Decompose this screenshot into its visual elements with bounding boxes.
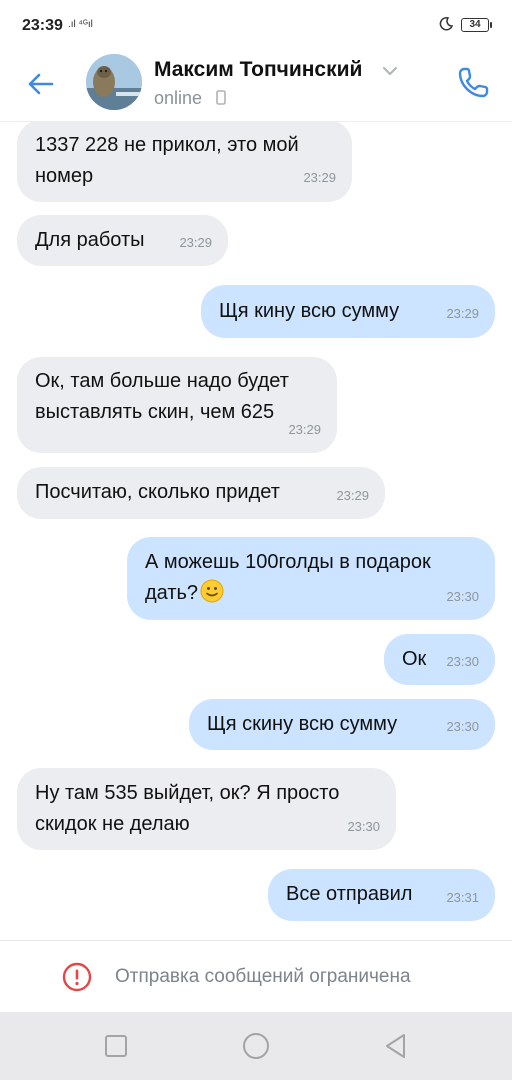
message-text: 1337 228 не прикол, это мой номер: [35, 134, 299, 187]
recent-apps-icon[interactable]: [102, 1032, 130, 1060]
message-list[interactable]: 1337 228 не прикол, это мой номер 23:29 …: [0, 122, 512, 940]
message-text: А можешь 100голды в подарок дать?: [145, 537, 477, 609]
chevron-down-icon[interactable]: [381, 64, 399, 78]
message-time: 23:29: [303, 170, 336, 185]
back-button[interactable]: [22, 66, 58, 102]
message-bubble-outgoing[interactable]: Все отправил 23:31: [268, 869, 495, 921]
message-text-content: А можешь 100голды в подарок дать?: [145, 551, 431, 604]
message-text: Ну там 535 выйдет, ок? Я просто скидок н…: [35, 782, 340, 835]
mobile-device-icon: [216, 90, 226, 105]
message-bubble-incoming[interactable]: Ну там 535 выйдет, ок? Я просто скидок н…: [17, 768, 396, 850]
system-navigation-bar: [0, 1012, 512, 1080]
message-time: 23:29: [446, 306, 479, 321]
message-time: 23:30: [446, 654, 479, 669]
message-bubble-outgoing[interactable]: Щя кину всю сумму 23:29: [201, 285, 495, 338]
message-text: Посчитаю, сколько придет: [35, 481, 280, 503]
message-bubble-outgoing[interactable]: А можешь 100голды в подарок дать? 23:30: [127, 537, 495, 620]
message-time: 23:29: [179, 235, 212, 250]
arrow-left-icon: [28, 73, 54, 95]
message-text: Щя кину всю сумму: [219, 300, 400, 322]
moon-icon: [439, 17, 453, 31]
message-time: 23:29: [288, 422, 321, 437]
message-time: 23:31: [446, 890, 479, 905]
message-bubble-outgoing[interactable]: Щя скину всю сумму 23:30: [189, 699, 495, 750]
status-bar: 23:39 .ıl ⁴ᴳıl 34: [0, 0, 512, 52]
status-time: 23:39: [22, 17, 63, 34]
message-bubble-incoming[interactable]: 1337 228 не прикол, это мой номер 23:29: [17, 122, 352, 202]
alert-circle-icon: [62, 962, 92, 992]
contact-name[interactable]: Максим Топчинский: [154, 58, 362, 82]
message-time: 23:30: [446, 719, 479, 734]
messaging-restricted-banner: Отправка сообщений ограничена: [0, 940, 512, 1012]
restriction-text: Отправка сообщений ограничена: [115, 966, 411, 987]
chat-header: Максим Топчинский online: [0, 52, 512, 122]
battery-icon: 34: [461, 18, 492, 32]
phone-call-icon[interactable]: [456, 64, 492, 100]
back-nav-icon[interactable]: [382, 1032, 410, 1060]
avatar[interactable]: [86, 54, 142, 110]
message-bubble-outgoing[interactable]: Ок 23:30: [384, 634, 495, 685]
message-bubble-incoming[interactable]: Для работы 23:29: [17, 215, 228, 266]
home-icon[interactable]: [242, 1032, 270, 1060]
message-text: Ок, там больше надо будет выставлять ски…: [35, 370, 289, 423]
message-time: 23:30: [446, 589, 479, 604]
slightly-smiling-face-icon: [200, 579, 224, 603]
message-bubble-incoming[interactable]: Ок, там больше надо будет выставлять ски…: [17, 357, 337, 453]
signal-icon: .ıl ⁴ᴳıl: [68, 19, 93, 30]
avatar-photo-icon: [86, 54, 142, 110]
message-bubble-incoming[interactable]: Посчитаю, сколько придет 23:29: [17, 467, 385, 519]
message-text: Щя скину всю сумму: [207, 713, 398, 735]
message-time: 23:29: [336, 488, 369, 503]
message-time: 23:30: [347, 819, 380, 834]
contact-status: online: [154, 88, 203, 108]
